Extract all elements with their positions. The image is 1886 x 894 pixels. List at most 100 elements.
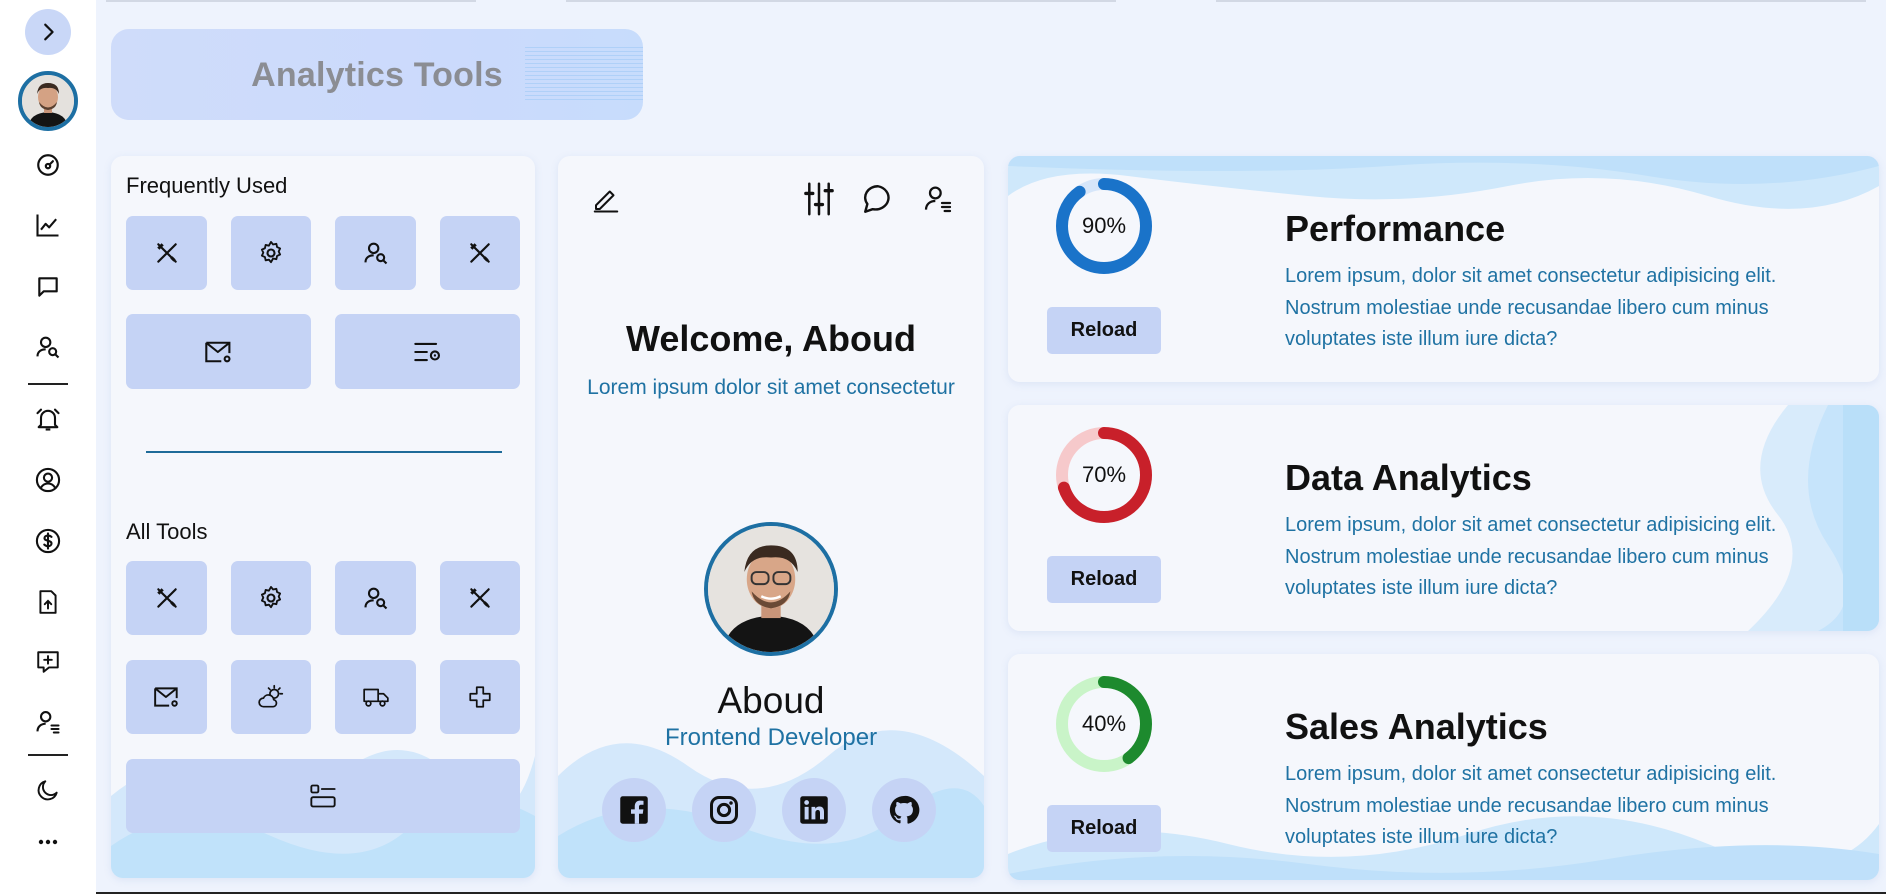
facebook-icon	[620, 796, 648, 824]
user-list-icon	[36, 711, 60, 734]
tool-button-weather[interactable]	[231, 660, 311, 734]
plus-cross-icon	[469, 686, 491, 708]
linkedin-link[interactable]	[782, 778, 846, 842]
welcome-subtitle: Lorem ipsum dolor sit amet consectetur	[587, 376, 955, 399]
layout-icon	[310, 784, 336, 808]
analytics-card-sales: 40% Reload Sales Analytics Lorem ipsum, …	[1008, 654, 1879, 880]
sidebar-item-messages[interactable]	[24, 263, 72, 311]
more-horizontal-icon	[38, 839, 58, 845]
frequently-used-title: Frequently Used	[126, 173, 288, 198]
user-settings-button[interactable]	[915, 176, 961, 222]
tool-button-user-search[interactable]	[335, 561, 416, 635]
reload-button[interactable]: Reload	[1047, 805, 1161, 852]
tool-button-mail-settings[interactable]	[126, 660, 207, 734]
gauge-icon	[37, 154, 59, 176]
github-link[interactable]	[872, 778, 936, 842]
user-list-icon	[924, 186, 952, 213]
section-divider	[146, 451, 502, 453]
message-plus-icon	[37, 651, 59, 673]
sidebar-item-analytics[interactable]	[24, 201, 72, 249]
profile-avatar	[704, 522, 838, 656]
profile-name: Aboud	[717, 680, 825, 721]
all-tools-title: All Tools	[126, 519, 208, 544]
sidebar-divider	[28, 383, 68, 385]
tools-icon	[156, 588, 177, 608]
github-icon	[889, 795, 920, 824]
tools-panel: Frequently Used All Tools	[111, 156, 535, 878]
mail-settings-icon	[153, 687, 178, 707]
cloud-sun-icon	[258, 684, 284, 708]
sidebar-item-alarm[interactable]	[24, 395, 72, 443]
avatar-image	[22, 75, 74, 127]
file-upload-icon	[39, 590, 57, 614]
sidebar-divider	[28, 754, 68, 756]
tool-button-tools-2[interactable]	[440, 561, 520, 635]
tool-button-delivery[interactable]	[335, 660, 416, 734]
chevron-right-icon	[44, 23, 54, 41]
avatar[interactable]	[18, 71, 78, 131]
tool-button-mail-settings[interactable]	[126, 314, 311, 389]
facebook-link[interactable]	[602, 778, 666, 842]
tool-button-tools[interactable]	[126, 561, 207, 635]
mail-settings-icon	[204, 341, 231, 362]
sidebar	[0, 0, 96, 894]
gear-icon	[260, 585, 282, 609]
dollar-circle-icon	[35, 528, 61, 554]
user-search-icon	[363, 242, 387, 265]
moon-icon	[37, 780, 58, 801]
percent-label: 70%	[1081, 462, 1127, 487]
top-edge-decoration	[106, 0, 1866, 2]
tool-button-medical[interactable]	[440, 660, 520, 734]
tool-button-settings[interactable]	[231, 216, 311, 290]
card-description: Lorem ipsum, dolor sit amet consectetur …	[1285, 265, 1777, 350]
sidebar-item-billing[interactable]	[24, 517, 72, 565]
sidebar-item-profile[interactable]	[24, 456, 72, 504]
profile-card: Welcome, Aboud Lorem ipsum dolor sit ame…	[558, 156, 984, 878]
line-chart-icon	[36, 214, 59, 237]
tool-button-layout[interactable]	[126, 759, 520, 833]
card-description: Lorem ipsum, dolor sit amet consectetur …	[1285, 763, 1777, 848]
chat-button[interactable]	[855, 176, 901, 222]
percent-label: 90%	[1081, 213, 1127, 238]
linkedin-icon	[800, 796, 828, 824]
filter-settings-button[interactable]	[796, 176, 842, 222]
page-title: Analytics Tools	[251, 56, 503, 94]
profile-role: Frontend Developer	[664, 724, 878, 751]
tool-button-user-search[interactable]	[335, 216, 416, 290]
list-settings-icon	[413, 342, 440, 361]
card-title: Data Analytics	[1285, 457, 1532, 498]
tool-button-settings[interactable]	[231, 561, 311, 635]
pencil-icon	[593, 190, 619, 213]
sidebar-item-dashboard[interactable]	[24, 141, 72, 189]
user-search-icon	[363, 587, 387, 610]
user-circle-icon	[35, 467, 61, 493]
instagram-icon	[710, 796, 738, 824]
sidebar-item-user-settings[interactable]	[24, 698, 72, 746]
profile-photo	[708, 526, 834, 652]
sidebar-item-upload[interactable]	[24, 578, 72, 626]
tool-button-list-settings[interactable]	[335, 314, 520, 389]
more-options-button[interactable]	[24, 818, 72, 866]
dark-mode-toggle[interactable]	[24, 766, 72, 814]
instagram-link[interactable]	[692, 778, 756, 842]
gear-icon	[260, 240, 282, 264]
sidebar-item-user-search[interactable]	[24, 323, 72, 371]
tool-button-tools-2[interactable]	[440, 216, 520, 290]
chat-bubble-icon	[863, 185, 890, 213]
tools-icon	[156, 243, 177, 263]
reload-button[interactable]: Reload	[1047, 307, 1161, 354]
card-title: Sales Analytics	[1285, 706, 1548, 747]
user-search-icon	[36, 336, 60, 359]
reload-button[interactable]: Reload	[1047, 556, 1161, 603]
analytics-card-data: 70% Reload Data Analytics Lorem ipsum, d…	[1008, 405, 1879, 631]
tools-icon	[470, 588, 490, 608]
edit-button[interactable]	[583, 176, 629, 222]
tool-button-tools[interactable]	[126, 216, 207, 290]
card-title: Performance	[1285, 208, 1506, 249]
sidebar-toggle-button[interactable]	[25, 9, 71, 55]
alarm-bell-icon	[36, 408, 60, 431]
page-header: Analytics Tools	[111, 29, 643, 120]
truck-icon	[362, 688, 389, 707]
welcome-heading: Welcome, Aboud	[625, 318, 917, 359]
sidebar-item-add-comment[interactable]	[24, 638, 72, 686]
